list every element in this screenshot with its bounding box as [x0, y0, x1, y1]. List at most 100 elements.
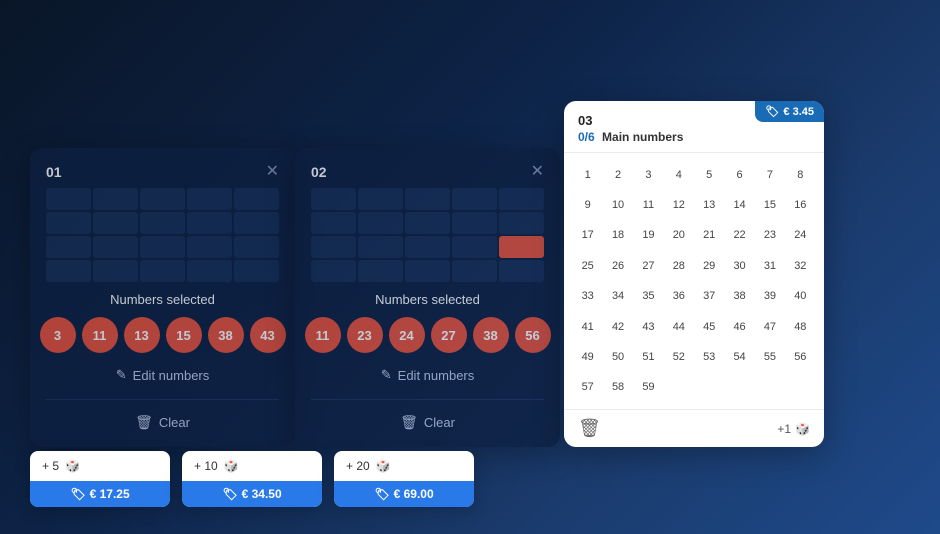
grid-number-5[interactable]: 5	[696, 161, 723, 188]
grid-number-11[interactable]: 11	[635, 191, 662, 218]
grid-number-33[interactable]: 33	[574, 283, 601, 310]
add-card-10[interactable]: + 10 🎲 🏷 € 34.50	[182, 451, 322, 507]
tag-icon-small: 🏷	[374, 487, 389, 501]
grid-number-55[interactable]: 55	[756, 343, 783, 370]
picker-clear-button[interactable]: 🗑	[578, 418, 601, 439]
grid-number-27[interactable]: 27	[635, 252, 662, 279]
grid-number-23[interactable]: 23	[756, 222, 783, 249]
grid-number-29[interactable]: 29	[696, 252, 723, 279]
grid-number-43[interactable]: 43	[635, 313, 662, 340]
grid-number-39[interactable]: 39	[756, 283, 783, 310]
ball: 43	[250, 317, 286, 353]
grid-number-36[interactable]: 36	[665, 283, 692, 310]
pcell	[46, 212, 91, 234]
add-card-20-price[interactable]: 🏷 € 69.00	[334, 481, 474, 507]
card-01-close-button[interactable]: ✕	[266, 164, 279, 180]
grid-number-10[interactable]: 10	[604, 191, 631, 218]
grid-number-47[interactable]: 47	[756, 313, 783, 340]
grid-number-45[interactable]: 45	[696, 313, 723, 340]
grid-number-25[interactable]: 25	[574, 252, 601, 279]
picker-footer: 🗑 +1 🎲	[564, 409, 824, 447]
grid-number-18[interactable]: 18	[604, 222, 631, 249]
grid-number-30[interactable]: 30	[726, 252, 753, 279]
grid-number-7[interactable]: 7	[756, 161, 783, 188]
grid-number-26[interactable]: 26	[604, 252, 631, 279]
grid-number-24[interactable]: 24	[787, 222, 814, 249]
tag-icon-small: 🏷	[70, 487, 85, 501]
card-02-preview	[311, 188, 544, 282]
grid-number-53[interactable]: 53	[696, 343, 723, 370]
price-badge: 🏷 € 3.45	[755, 101, 824, 122]
grid-number-13[interactable]: 13	[696, 191, 723, 218]
pcell	[358, 260, 403, 282]
add-card-5[interactable]: + 5 🎲 🏷 € 17.25	[30, 451, 170, 507]
tag-icon-small: 🏷	[222, 487, 237, 501]
card-02-close-button[interactable]: ✕	[531, 164, 544, 180]
grid-number-3[interactable]: 3	[635, 161, 662, 188]
card-02-clear-label: Clear	[424, 415, 455, 430]
add-card-10-price-text: € 34.50	[242, 487, 282, 501]
card-02-clear-button[interactable]: 🗑 Clear	[400, 414, 455, 431]
grid-number-54[interactable]: 54	[726, 343, 753, 370]
grid-number-56[interactable]: 56	[787, 343, 814, 370]
bottom-actions: + 5 🎲 🏷 € 17.25 + 10 🎲 🏷 € 34.50 + 20 🎲	[30, 451, 474, 507]
grid-number-49[interactable]: 49	[574, 343, 601, 370]
pcell	[311, 188, 356, 210]
grid-number-41[interactable]: 41	[574, 313, 601, 340]
card-02-edit-button[interactable]: ✎ Edit numbers	[381, 367, 475, 383]
grid-number-48[interactable]: 48	[787, 313, 814, 340]
grid-number-14[interactable]: 14	[726, 191, 753, 218]
grid-number-40[interactable]: 40	[787, 283, 814, 310]
card-01-clear-button[interactable]: 🗑 Clear	[135, 414, 190, 431]
grid-number-35[interactable]: 35	[635, 283, 662, 310]
grid-number-46[interactable]: 46	[726, 313, 753, 340]
pcell	[140, 260, 185, 282]
number-grid: 1234567891011121314151617181920212223242…	[564, 153, 824, 409]
grid-number-20[interactable]: 20	[665, 222, 692, 249]
grid-number-32[interactable]: 32	[787, 252, 814, 279]
grid-number-2[interactable]: 2	[604, 161, 631, 188]
pcell	[93, 260, 138, 282]
grid-number-6[interactable]: 6	[726, 161, 753, 188]
grid-number-8[interactable]: 8	[787, 161, 814, 188]
grid-number-9[interactable]: 9	[574, 191, 601, 218]
grid-number-50[interactable]: 50	[604, 343, 631, 370]
grid-number-59[interactable]: 59	[635, 374, 662, 401]
grid-number-34[interactable]: 34	[604, 283, 631, 310]
grid-number-15[interactable]: 15	[756, 191, 783, 218]
grid-number-52[interactable]: 52	[665, 343, 692, 370]
grid-number-51[interactable]: 51	[635, 343, 662, 370]
pcell	[93, 188, 138, 210]
pcell	[187, 212, 232, 234]
pcell	[93, 236, 138, 258]
card-01-preview	[46, 188, 279, 282]
grid-number-17[interactable]: 17	[574, 222, 601, 249]
grid-number-16[interactable]: 16	[787, 191, 814, 218]
grid-number-12[interactable]: 12	[665, 191, 692, 218]
card-02-header: 02 ✕	[311, 164, 544, 180]
grid-number-4[interactable]: 4	[665, 161, 692, 188]
card-01-edit-button[interactable]: ✎ Edit numbers	[116, 367, 210, 383]
dice-icon-small: 🎲	[376, 459, 391, 473]
add-card-10-price[interactable]: 🏷 € 34.50	[182, 481, 322, 507]
grid-number-22[interactable]: 22	[726, 222, 753, 249]
dice-icon-small: 🎲	[224, 459, 239, 473]
grid-number-19[interactable]: 19	[635, 222, 662, 249]
grid-number-28[interactable]: 28	[665, 252, 692, 279]
grid-number-57[interactable]: 57	[574, 374, 601, 401]
grid-number-38[interactable]: 38	[726, 283, 753, 310]
add-card-20[interactable]: + 20 🎲 🏷 € 69.00	[334, 451, 474, 507]
grid-number-44[interactable]: 44	[665, 313, 692, 340]
pcell	[358, 236, 403, 258]
grid-number-31[interactable]: 31	[756, 252, 783, 279]
grid-number-42[interactable]: 42	[604, 313, 631, 340]
grid-number-58[interactable]: 58	[604, 374, 631, 401]
grid-number-37[interactable]: 37	[696, 283, 723, 310]
grid-number-21[interactable]: 21	[696, 222, 723, 249]
grid-number-1[interactable]: 1	[574, 161, 601, 188]
pcell	[405, 260, 450, 282]
picker-random-button[interactable]: +1 🎲	[777, 422, 810, 436]
add-card-5-price[interactable]: 🏷 € 17.25	[30, 481, 170, 507]
card-01-id: 01	[46, 164, 62, 180]
pcell	[234, 188, 279, 210]
